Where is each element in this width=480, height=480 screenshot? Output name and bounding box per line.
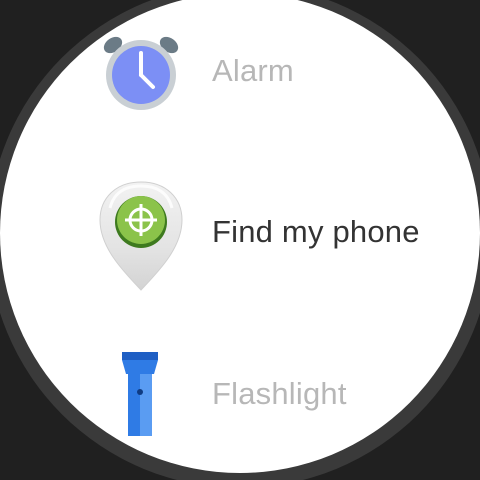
menu-item-alarm[interactable]: Alarm: [0, 26, 480, 136]
menu-item-label: Alarm: [212, 53, 294, 88]
menu-item-label: Flashlight: [212, 376, 347, 411]
menu-item-flashlight[interactable]: Flashlight: [0, 348, 480, 448]
flashlight-icon: [122, 352, 158, 436]
watch-screen: Alarm Find my phone Flashlight: [0, 0, 480, 480]
watch-face: Alarm Find my phone Flashlight: [0, 0, 480, 473]
menu-item-find-my-phone[interactable]: Find my phone: [0, 178, 480, 298]
menu-item-label: Find my phone: [212, 214, 420, 249]
find-my-phone-icon: [99, 181, 183, 291]
alarm-clock-icon: [103, 36, 179, 110]
